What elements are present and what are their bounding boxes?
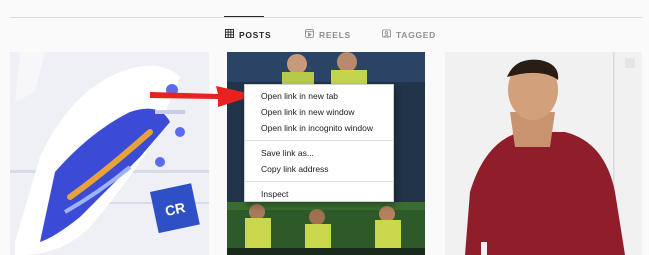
post-thumbnail-portrait[interactable] (445, 52, 642, 255)
grid-icon (225, 29, 234, 40)
tagged-icon (382, 29, 391, 40)
menu-item-copy-link[interactable]: Copy link address (245, 161, 393, 177)
tab-posts[interactable]: POSTS (225, 29, 271, 40)
tab-posts-label: POSTS (239, 29, 272, 40)
menu-separator (245, 180, 393, 182)
menu-item-inspect[interactable]: Inspect (245, 186, 393, 202)
menu-separator (245, 139, 393, 141)
menu-item-open-new-tab[interactable]: Open link in new tab (245, 88, 393, 104)
menu-item-open-incognito[interactable]: Open link in incognito window (245, 120, 393, 136)
menu-item-open-new-window[interactable]: Open link in new window (245, 104, 393, 120)
context-menu: Open link in new tab Open link in new wi… (244, 84, 394, 202)
reels-icon (305, 29, 314, 40)
tab-tagged[interactable]: TAGGED (382, 29, 436, 40)
player-portrait-image (445, 52, 642, 255)
tab-tagged-label: TAGGED (396, 29, 436, 40)
menu-item-save-link[interactable]: Save link as... (245, 145, 393, 161)
tab-reels[interactable]: REELS (305, 29, 351, 40)
tabs-divider (10, 17, 642, 18)
active-tab-indicator (224, 16, 264, 17)
tab-reels-label: REELS (319, 29, 351, 40)
